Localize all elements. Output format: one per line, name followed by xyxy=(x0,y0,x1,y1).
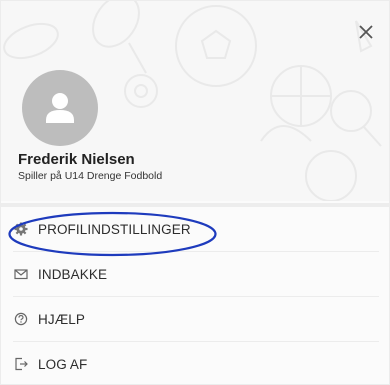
close-icon xyxy=(359,25,373,39)
menu-item-profile-settings[interactable]: PROFILINDSTILLINGER xyxy=(13,207,379,252)
profile-menu: PROFILINDSTILLINGER INDBAKKE HJÆLP LOG A… xyxy=(1,207,389,384)
menu-item-label: HJÆLP xyxy=(38,311,86,327)
avatar xyxy=(22,70,98,146)
user-name: Frederik Nielsen xyxy=(18,151,135,168)
gear-icon xyxy=(14,222,28,236)
menu-item-label: LOG AF xyxy=(38,356,88,372)
close-button[interactable] xyxy=(355,21,377,43)
help-icon xyxy=(14,312,28,326)
menu-item-label: INDBAKKE xyxy=(38,266,108,282)
envelope-icon xyxy=(14,267,28,281)
menu-item-label: PROFILINDSTILLINGER xyxy=(38,221,191,237)
logout-icon xyxy=(14,357,28,371)
user-icon xyxy=(46,93,74,123)
user-role: Spiller på U14 Drenge Fodbold xyxy=(18,170,163,182)
menu-item-logout[interactable]: LOG AF xyxy=(13,342,379,384)
profile-header: Frederik Nielsen Spiller på U14 Drenge F… xyxy=(1,1,389,201)
menu-item-inbox[interactable]: INDBAKKE xyxy=(13,252,379,297)
profile-menu-panel: Frederik Nielsen Spiller på U14 Drenge F… xyxy=(0,0,390,385)
menu-item-help[interactable]: HJÆLP xyxy=(13,297,379,342)
